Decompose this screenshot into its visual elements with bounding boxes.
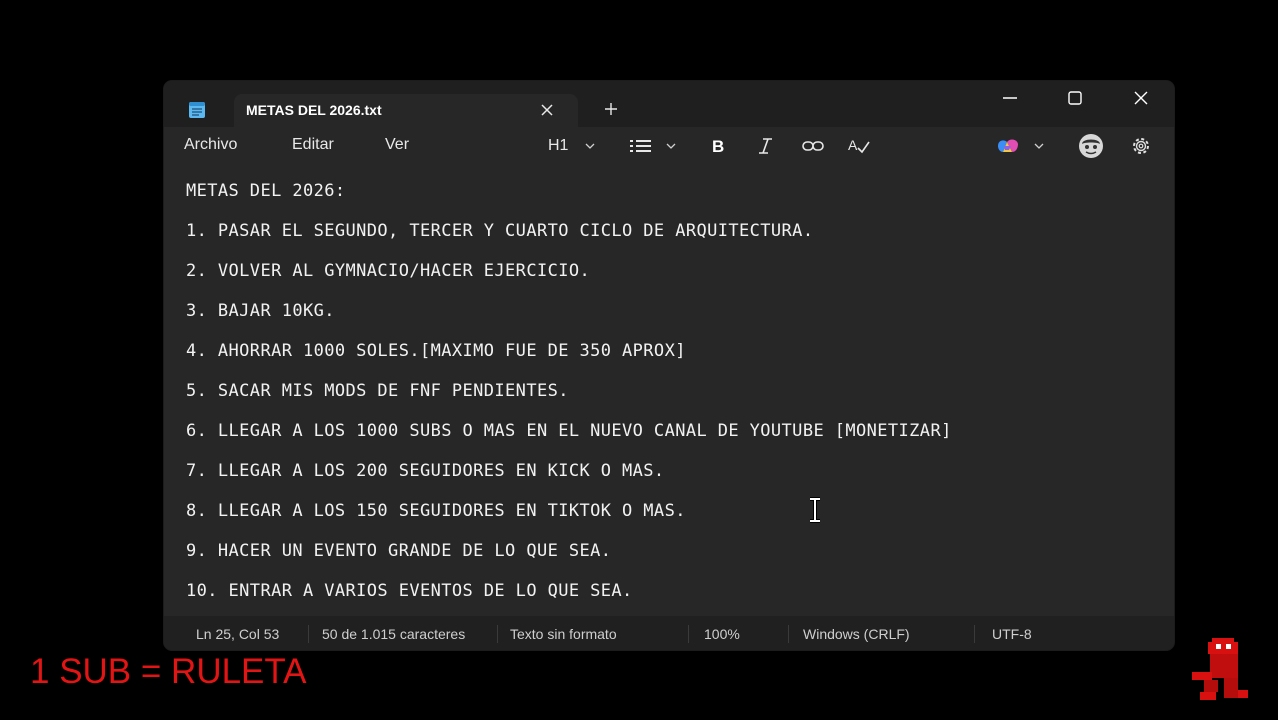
close-window-icon[interactable] (1133, 90, 1149, 106)
text-format[interactable]: Texto sin formato (510, 626, 617, 642)
status-divider (688, 625, 689, 643)
clear-format-icon[interactable]: A (847, 136, 871, 156)
status-bar: Ln 25, Col 53 50 de 1.015 caracteres Tex… (164, 616, 1174, 650)
text-editor[interactable]: METAS DEL 2026: 1. PASAR EL SEGUNDO, TER… (164, 164, 1174, 616)
editor-line: METAS DEL 2026: (186, 181, 346, 201)
menu-archivo[interactable]: Archivo (184, 136, 237, 154)
status-divider (788, 625, 789, 643)
editor-line: 2. VOLVER AL GYMNACIO/HACER EJERCICIO. (186, 261, 591, 281)
status-divider (497, 625, 498, 643)
notepad-icon[interactable] (188, 101, 206, 119)
encoding[interactable]: UTF-8 (992, 626, 1032, 642)
chevron-down-icon[interactable] (584, 140, 596, 152)
char-count: 50 de 1.015 caracteres (322, 626, 466, 642)
bold-icon[interactable]: B (709, 136, 727, 156)
editor-line: 4. AHORRAR 1000 SOLES.[MAXIMO FUE DE 350… (186, 341, 686, 361)
minimize-icon[interactable] (1002, 90, 1018, 106)
editor-line: 1. PASAR EL SEGUNDO, TERCER Y CUARTO CIC… (186, 221, 814, 241)
cursor-position[interactable]: Ln 25, Col 53 (196, 626, 279, 642)
tab-title: METAS DEL 2026.txt (246, 102, 382, 118)
menu-bar: Archivo Editar Ver H1 B A (164, 127, 1174, 164)
notepad-window: METAS DEL 2026.txt Archivo Editar Ver H1 (164, 81, 1174, 650)
editor-line: 10. ENTRAR A VARIOS EVENTOS DE LO QUE SE… (186, 581, 633, 601)
text-cursor-icon (810, 497, 820, 523)
account-icon[interactable] (1076, 133, 1106, 159)
zoom-level[interactable]: 100% (704, 626, 740, 642)
svg-text:A: A (848, 137, 858, 153)
editor-line: 6. LLEGAR A LOS 1000 SUBS O MAS EN EL NU… (186, 421, 952, 441)
editor-line: 7. LLEGAR A LOS 200 SEGUIDORES EN KICK O… (186, 461, 665, 481)
status-divider (308, 625, 309, 643)
status-divider (974, 625, 975, 643)
editor-line: 3. BAJAR 10KG. (186, 301, 335, 321)
title-bar: METAS DEL 2026.txt (164, 81, 1174, 127)
italic-icon[interactable] (755, 136, 775, 156)
editor-line: 8. LLEGAR A LOS 150 SEGUIDORES EN TIKTOK… (186, 501, 686, 521)
pixel-character-icon (1192, 638, 1248, 700)
settings-icon[interactable] (1131, 136, 1151, 156)
maximize-icon[interactable] (1067, 90, 1083, 106)
menu-ver[interactable]: Ver (385, 136, 409, 154)
svg-text:B: B (712, 137, 724, 156)
chevron-down-icon[interactable] (1033, 140, 1045, 152)
copilot-icon[interactable] (995, 136, 1021, 156)
menu-editar[interactable]: Editar (292, 136, 334, 154)
chevron-down-icon[interactable] (665, 140, 677, 152)
line-ending[interactable]: Windows (CRLF) (803, 626, 910, 642)
heading-dropdown[interactable]: H1 (548, 137, 568, 157)
close-icon[interactable] (540, 103, 554, 117)
list-icon[interactable] (629, 137, 653, 155)
editor-line: 9. HACER UN EVENTO GRANDE DE LO QUE SEA. (186, 541, 612, 561)
link-icon[interactable] (801, 136, 825, 156)
plus-icon[interactable] (604, 102, 618, 116)
stream-caption: 1 SUB = RULETA (30, 652, 307, 691)
editor-line: 5. SACAR MIS MODS DE FNF PENDIENTES. (186, 381, 569, 401)
tab-file[interactable]: METAS DEL 2026.txt (234, 94, 578, 127)
